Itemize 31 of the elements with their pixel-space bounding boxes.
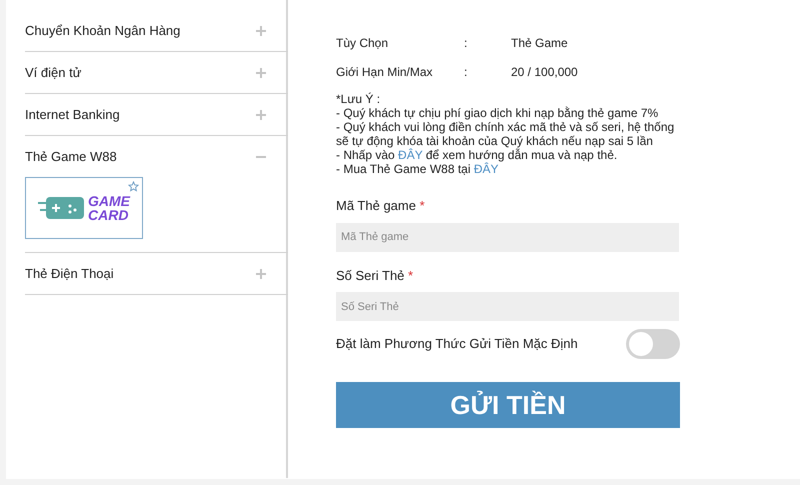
plus-icon[interactable] xyxy=(256,26,266,36)
detail-label: Giới Hạn Min/Max xyxy=(336,64,434,77)
gamepad-icon xyxy=(38,197,84,219)
detail-value: Thẻ Game xyxy=(511,35,568,48)
note-line: - Mua Thẻ Game W88 tại ĐÂY xyxy=(336,162,500,176)
plus-icon[interactable] xyxy=(256,110,266,120)
plus-icon[interactable] xyxy=(256,68,266,78)
input-field[interactable]: Mã Thẻ game xyxy=(336,222,679,252)
separator-colon: : xyxy=(464,35,468,48)
detail-value: 20 / 100,000 xyxy=(511,64,578,77)
detail-label: Tùy Chọn xyxy=(336,35,390,48)
sidebar-item[interactable]: Thẻ Điện Thoại xyxy=(25,264,114,284)
field-label: Số Seri Thẻ * xyxy=(336,266,414,284)
logo-text: CARD xyxy=(88,208,130,222)
toggle-label: Đặt làm Phương Thức Gửi Tiền Mặc Định xyxy=(336,335,578,354)
logo-text: GAME xyxy=(88,194,130,208)
toggle-switch[interactable] xyxy=(626,329,680,359)
game-card-option[interactable]: GAME CARD xyxy=(25,177,143,239)
note-line: - Nhấp vào ĐÂY để xem hướng dẫn mua và nạp thẻ. xyxy=(336,148,618,162)
plus-icon[interactable] xyxy=(256,268,266,278)
sidebar-item[interactable]: Chuyển Khoản Ngân Hàng xyxy=(25,20,180,40)
separator-colon: : xyxy=(464,64,468,77)
sidebar-item[interactable]: Ví điện tử xyxy=(25,62,82,82)
note-title: *Lưu Ý : xyxy=(336,92,382,106)
sidebar-item[interactable]: Internet Banking xyxy=(25,104,120,124)
star-icon[interactable] xyxy=(128,181,139,192)
input-field[interactable]: Số Seri Thẻ xyxy=(336,292,679,321)
note-line: - Quý khách tự chịu phí giao dịch khi nạp bằng thẻ game 7% xyxy=(336,106,660,120)
field-label: Mã Thẻ game * xyxy=(336,197,426,215)
submit-button[interactable]: GỬI TIỀN xyxy=(336,382,680,428)
sidebar-item[interactable]: Thẻ Game W88 xyxy=(25,146,117,166)
